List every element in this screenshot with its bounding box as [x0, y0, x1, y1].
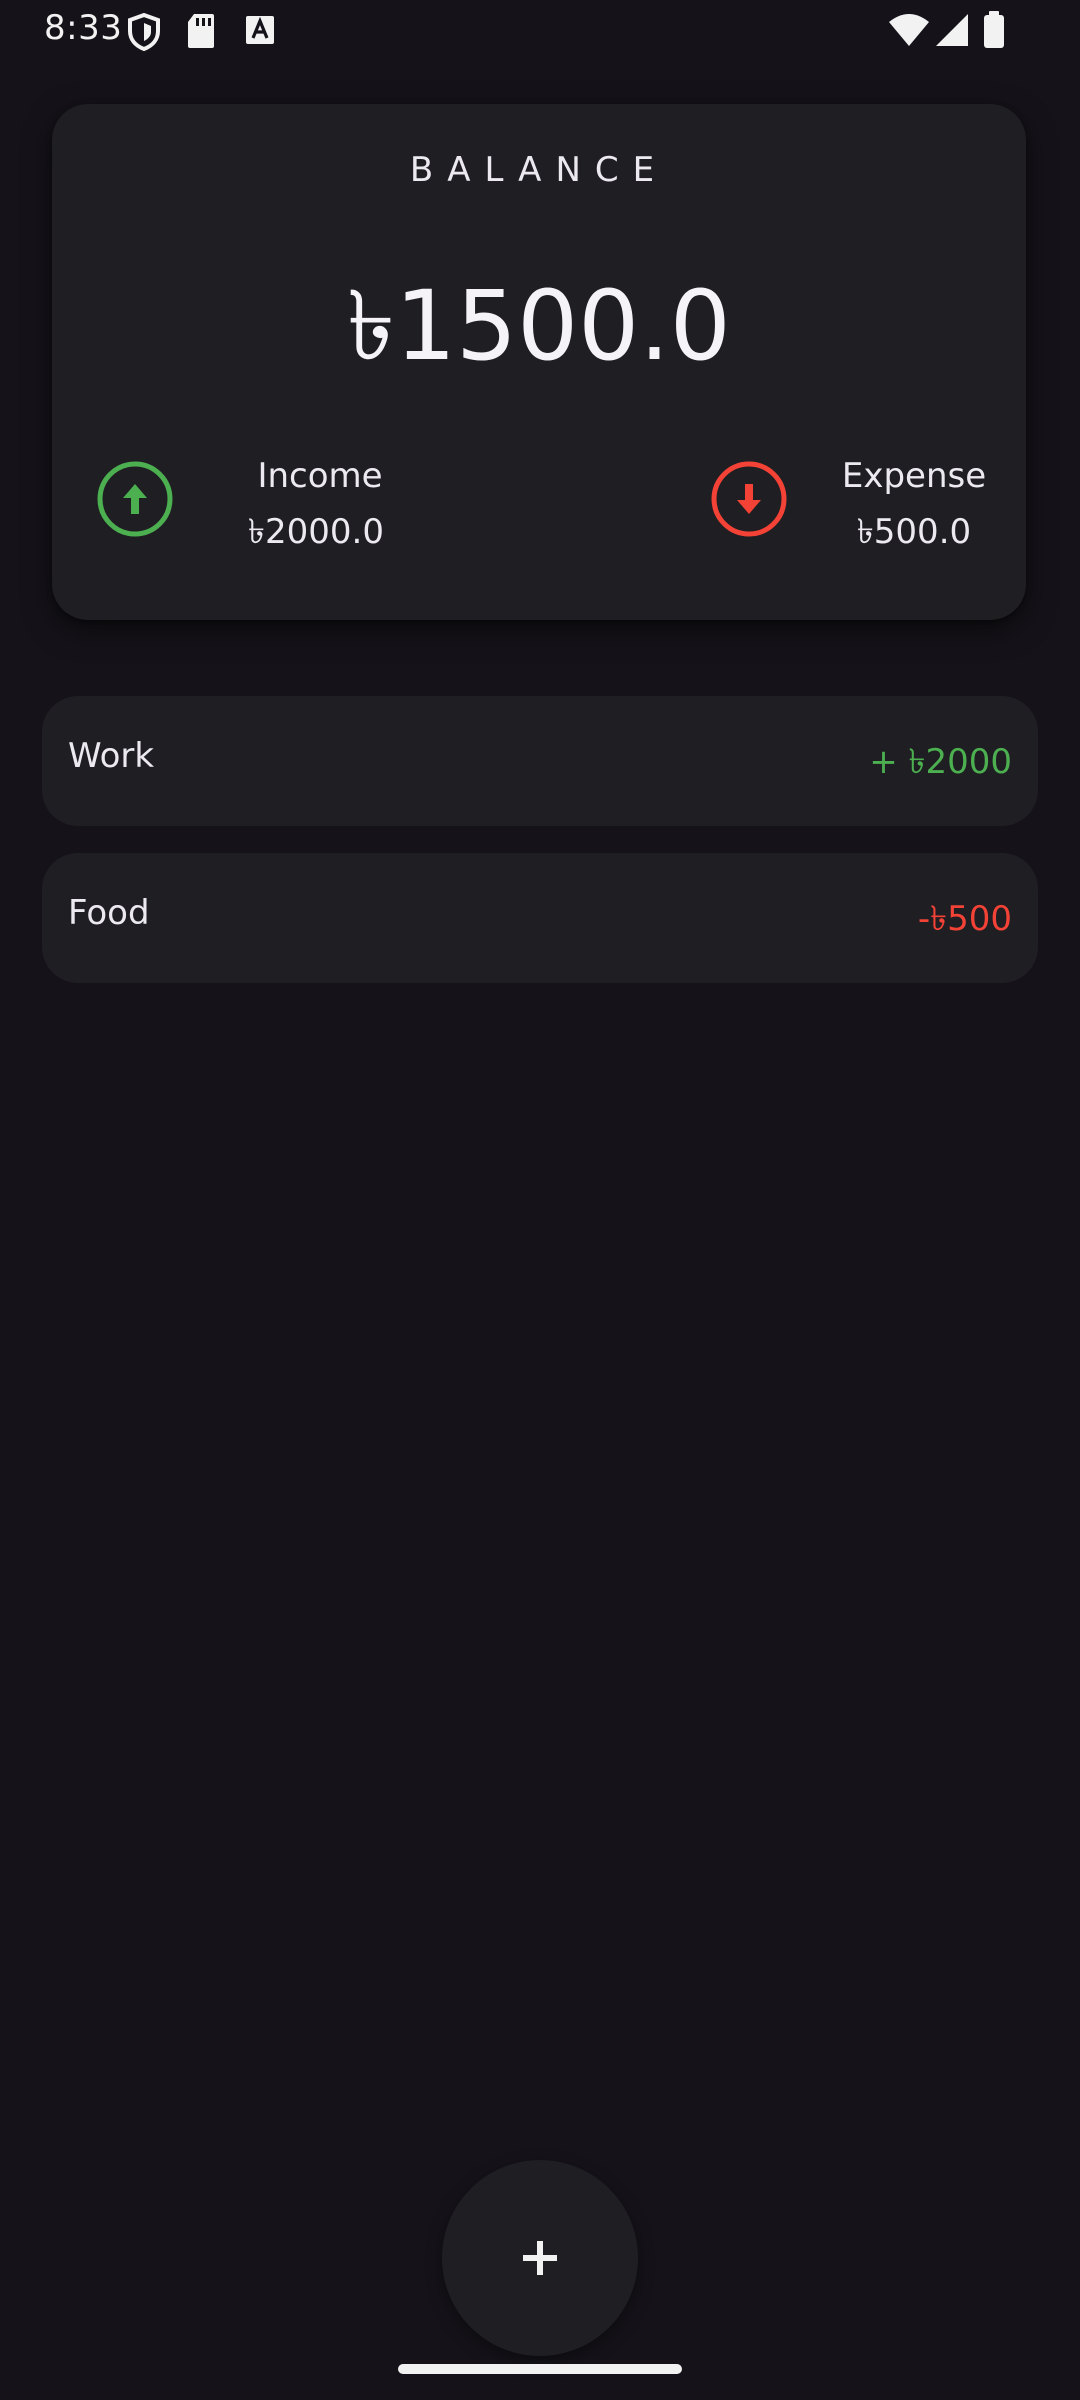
transaction-name: Work — [68, 736, 155, 776]
transaction-amount: + ৳2000 — [869, 742, 1012, 782]
income-label: Income — [257, 456, 383, 496]
balance-card: BALANCE ৳1500.0 Income ৳2000.0 Expense ৳… — [52, 104, 1026, 620]
sd-card-icon — [186, 12, 216, 54]
plus-icon — [523, 2241, 557, 2275]
arrow-up-circle-icon — [97, 461, 173, 537]
expense-summary: Expense ৳500.0 — [711, 454, 1016, 564]
gesture-nav-bar[interactable] — [398, 2364, 682, 2374]
status-time: 8:33 — [44, 8, 123, 48]
income-summary: Income ৳2000.0 — [97, 454, 422, 564]
balance-amount: ৳1500.0 — [347, 270, 731, 382]
transaction-item-work[interactable]: Work + ৳2000 — [42, 696, 1038, 826]
add-transaction-button[interactable] — [442, 2160, 638, 2356]
transaction-item-food[interactable]: Food -৳500 — [42, 853, 1038, 983]
wifi-icon — [888, 12, 930, 52]
cellular-signal-icon — [934, 12, 970, 52]
transaction-name: Food — [68, 893, 150, 933]
expense-label: Expense — [841, 456, 987, 496]
income-value: ৳2000.0 — [248, 512, 384, 552]
transaction-amount: -৳500 — [917, 899, 1012, 939]
text-a-icon — [244, 12, 276, 52]
balance-title: BALANCE — [409, 150, 669, 190]
arrow-down-circle-icon — [711, 461, 787, 537]
vpn-shield-icon — [126, 12, 162, 56]
app-screen: 8:33 BALANCE ৳1500.0 Income ৳2000.0 Expe… — [0, 0, 1080, 2400]
status-bar: 8:33 — [0, 0, 1080, 64]
battery-icon — [982, 10, 1006, 54]
expense-value: ৳500.0 — [856, 512, 972, 552]
